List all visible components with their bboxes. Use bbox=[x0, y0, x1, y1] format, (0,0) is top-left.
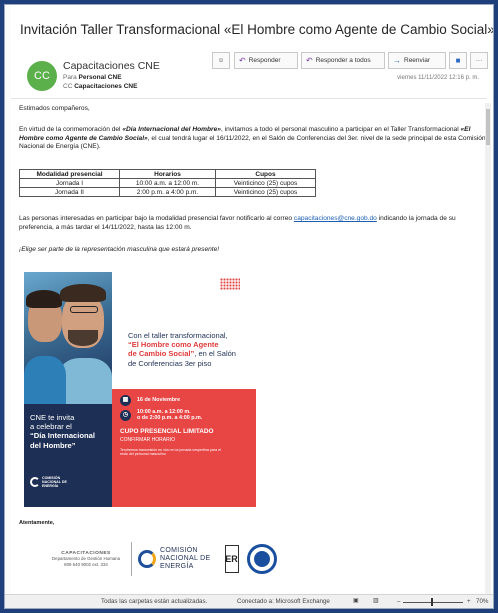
calendar-icon: ▦ bbox=[120, 395, 131, 406]
sent-date: viernes 11/11/2022 12:16 p. m. bbox=[397, 75, 479, 81]
reply-all-label: Responder a todos bbox=[315, 57, 371, 64]
table-header: Horarios bbox=[119, 169, 216, 179]
cne-logo-icon bbox=[138, 549, 156, 568]
teams-icon: ■ bbox=[455, 56, 461, 65]
smiley-icon: ☺ bbox=[217, 57, 225, 64]
zoom-in-button[interactable]: + bbox=[467, 598, 471, 605]
zoom-out-button[interactable]: – bbox=[397, 598, 400, 605]
connection-status: Conectado a: Microsoft Exchange bbox=[237, 598, 330, 605]
signature-closing: Atentamente, bbox=[19, 520, 55, 526]
poster-intro: Con el taller transformacional, “El Homb… bbox=[128, 331, 236, 368]
signature-logos: CAPACITACIONES Departamento de Gestión H… bbox=[47, 542, 277, 576]
reading-view-icon[interactable]: ▥ bbox=[373, 597, 379, 604]
reply-all-icon: ↶ bbox=[306, 56, 313, 65]
teams-button[interactable]: ■ bbox=[449, 52, 467, 69]
certification-seal bbox=[246, 544, 277, 574]
scrollbar-thumb[interactable] bbox=[486, 109, 490, 145]
schedule-table: Modalidad presencial Horarios Cupos Jorn… bbox=[19, 169, 316, 197]
poster-invite-text: CNE te invita a celebrar el “Día Interna… bbox=[30, 413, 95, 450]
sender-name[interactable]: Capacitaciones CNE bbox=[63, 60, 160, 72]
p2-text-a: Las personas interesadas en participar b… bbox=[19, 215, 294, 222]
table-cell: Jornada I bbox=[19, 178, 120, 188]
event-time: ◷ 10:00 a.m. a 12:00 m. o de 2:00 p.m. a … bbox=[120, 409, 202, 422]
reply-icon: ↶ bbox=[239, 56, 246, 65]
reply-all-button[interactable]: ↶ Responder a todos bbox=[301, 52, 385, 69]
email-window: Invitación Taller Transformacional «El H… bbox=[4, 4, 494, 609]
to-label: Para bbox=[63, 74, 77, 81]
clock-icon: ◷ bbox=[120, 409, 131, 421]
table-header: Cupos bbox=[215, 169, 316, 179]
forward-icon: → bbox=[393, 56, 401, 65]
status-bar: Todas las carpetas están actualizadas. C… bbox=[5, 594, 493, 608]
dots-pattern bbox=[220, 278, 240, 290]
forward-button[interactable]: → Reenviar bbox=[388, 52, 446, 69]
intro-line: de Conferencias 3er piso bbox=[128, 358, 212, 368]
p1-emphasis-a: «Día Internacional del Hombre» bbox=[122, 126, 221, 133]
invitation-poster: CNE te invita a celebrar el “Día Interna… bbox=[24, 272, 256, 507]
header-divider bbox=[11, 98, 487, 99]
folders-status: Todas las carpetas están actualizadas. bbox=[101, 598, 208, 605]
event-date: ▦ 16 de Noviembre bbox=[120, 395, 180, 406]
cc-recipient[interactable]: Capacitaciones CNE bbox=[74, 83, 137, 90]
er-certification-logo: ER bbox=[224, 545, 239, 573]
table-row: Jornada II 2:00 p.m. a 4:00 p.m. Veintic… bbox=[19, 187, 316, 197]
invite-line: CNE te invita bbox=[30, 413, 75, 422]
reply-button[interactable]: ↶ Responder bbox=[234, 52, 298, 69]
capacitaciones-signature: CAPACITACIONES Departamento de Gestión H… bbox=[51, 551, 121, 567]
confirm-schedule: CONFIRMAR HORARIO bbox=[120, 437, 175, 443]
table-cell: 2:00 p.m. a 4:00 p.m. bbox=[119, 187, 216, 197]
p1-text-a: En virtud de la conmemoración del bbox=[19, 126, 123, 133]
intro-line: de Cambio Social”, en el Salón bbox=[128, 349, 236, 359]
more-button[interactable]: ··· bbox=[470, 52, 488, 69]
paragraph-1: En virtud de la conmemoración del «Día I… bbox=[19, 126, 487, 152]
emoji-button[interactable]: ☺ bbox=[212, 52, 230, 69]
poster-details-box: ▦ 16 de Noviembre ◷ 10:00 a.m. a 12:00 m… bbox=[112, 389, 256, 507]
zoom-slider-knob[interactable] bbox=[431, 598, 433, 606]
table-cell: Jornada II bbox=[19, 187, 120, 197]
table-header: Modalidad presencial bbox=[19, 169, 120, 179]
vertical-scrollbar[interactable] bbox=[485, 103, 491, 599]
zoom-level[interactable]: 70% bbox=[476, 598, 488, 605]
table-cell: Veinticinco (25) cupos bbox=[215, 178, 316, 188]
cne-small-logo: COMISIÓN NACIONAL DE ENERGÍA bbox=[30, 476, 67, 489]
email-link[interactable]: capacitaciones@cne.gob.do bbox=[294, 215, 377, 222]
transmission-note: Tendremos transmisión en vivo en la jorn… bbox=[120, 448, 221, 457]
invite-line: a celebrar el bbox=[30, 422, 72, 432]
forward-label: Reenviar bbox=[404, 57, 431, 64]
signature-divider bbox=[131, 542, 132, 576]
table-cell: 10:00 a.m. a 12:00 m. bbox=[119, 178, 216, 188]
normal-view-icon[interactable]: ▣ bbox=[353, 597, 359, 604]
email-subject: Invitación Taller Transformacional «El H… bbox=[20, 22, 494, 37]
sender-avatar: CC bbox=[27, 61, 57, 91]
cne-logo: COMISIÓN NACIONAL DE ENERGÍA bbox=[138, 547, 211, 572]
to-line: Para Personal CNE bbox=[63, 74, 122, 81]
left-margin bbox=[5, 5, 11, 608]
men-photo bbox=[24, 272, 112, 404]
intro-line: Con el taller transformacional, bbox=[128, 331, 228, 340]
table-row: Jornada I 10:00 a.m. a 12:00 m. Veintici… bbox=[19, 178, 316, 188]
limited-seats: CUPO PRESENCIAL LIMITADO bbox=[120, 428, 214, 435]
cne-logo-icon bbox=[30, 477, 40, 488]
zoom-slider[interactable] bbox=[403, 602, 463, 603]
slogan: ¡Elige ser parte de la representación ma… bbox=[19, 246, 219, 255]
paragraph-2: Las personas interesadas en participar b… bbox=[19, 215, 487, 232]
slogan-text: ¡Elige ser parte de la representación ma… bbox=[19, 246, 220, 253]
to-recipient[interactable]: Personal CNE bbox=[79, 74, 122, 81]
greeting: Estimados compañeros, bbox=[19, 105, 90, 112]
invite-line: “Día Internacional bbox=[30, 431, 95, 441]
cc-line: CC Capacitaciones CNE bbox=[63, 83, 137, 90]
table-cell: Veinticinco (25) cupos bbox=[215, 187, 316, 197]
reply-label: Responder bbox=[248, 57, 281, 64]
p1-text-c: , invitamos a todo el personal masculino… bbox=[220, 126, 461, 133]
table-header-row: Modalidad presencial Horarios Cupos bbox=[19, 169, 316, 179]
intro-title: “El Hombre como Agente bbox=[128, 340, 219, 350]
more-icon: ··· bbox=[475, 57, 483, 64]
cc-label: CC bbox=[63, 83, 73, 90]
invite-line: del Hombre” bbox=[30, 440, 76, 450]
